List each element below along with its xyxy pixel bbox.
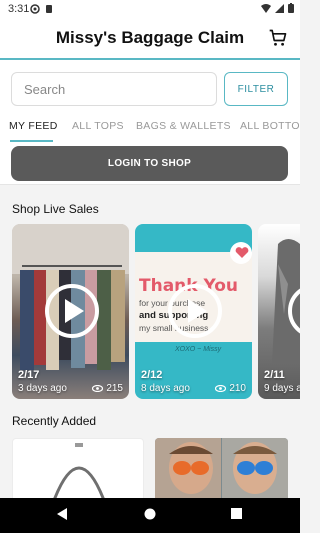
recently-added-row [0,436,300,498]
tab-my-feed[interactable]: MY FEED [9,120,58,132]
app-header: Missy's Baggage Claim [0,18,300,60]
card-signature: XOXO ~ Missy [175,346,222,353]
live-sales-carousel[interactable]: 2/17 3 days ago 215 Thank You for your p… [0,222,300,400]
heart-icon [235,247,249,258]
home-icon[interactable] [144,508,156,520]
search-placeholder: Search [24,81,66,97]
wifi-icon [261,3,271,13]
login-section: LOGIN TO SHOP [0,142,300,185]
live-sale-card[interactable]: 2/11 9 days ago [258,224,300,399]
live-sale-card[interactable]: 2/17 3 days ago 215 [12,224,129,399]
product-thumbnail[interactable] [12,438,144,498]
heart-sticker [230,242,252,264]
play-button[interactable] [168,284,222,338]
sale-age: 8 days ago [141,383,190,394]
login-to-shop-button[interactable]: LOGIN TO SHOP [11,146,288,181]
sim-icon [46,5,52,13]
view-count-value: 210 [229,383,246,394]
live-sales-heading: Shop Live Sales [12,202,99,216]
status-icons [261,3,294,13]
bag-strap-photo [53,443,105,498]
sale-date: 2/17 [18,369,40,381]
tab-bags-wallets[interactable]: BAGS & WALLETS [136,120,231,132]
sale-age: 9 days ago [264,383,300,394]
recents-icon[interactable] [231,508,242,519]
back-icon[interactable] [57,508,67,520]
tab-all-bottoms[interactable]: ALL BOTTOMS [240,120,300,132]
app-screen: 3:31 Missy's Baggage Claim Search FILTER… [0,0,300,533]
sale-date: 2/11 [264,369,285,381]
product-thumbnail[interactable] [155,438,288,498]
play-icon [188,299,207,323]
tab-all-tops[interactable]: ALL TOPS [72,120,124,132]
filter-button[interactable]: FILTER [224,72,288,106]
store-title: Missy's Baggage Claim [55,28,245,47]
system-nav-bar [0,498,300,533]
sunglasses-photo [155,438,288,498]
sync-icon [30,4,40,14]
play-button[interactable] [45,284,99,338]
signal-icon [275,3,284,13]
eye-icon [92,385,104,392]
sale-date: 2/12 [141,369,163,381]
shopping-cart-icon[interactable] [268,28,288,48]
live-sale-card[interactable]: Thank You for your purchase and supporti… [135,224,252,399]
search-bar-row: Search FILTER [0,60,300,114]
battery-icon [288,3,294,13]
view-count: 210 [215,383,246,394]
play-icon [65,299,84,323]
sale-age: 3 days ago [18,383,67,394]
view-count-value: 215 [106,383,123,394]
view-count: 215 [92,383,123,394]
recently-added-heading: Recently Added [12,414,97,428]
status-time: 3:31 [8,3,30,15]
eye-icon [215,385,227,392]
status-bar: 3:31 [0,0,300,18]
category-tabs: MY FEED ALL TOPS BAGS & WALLETS ALL BOTT… [0,114,300,142]
search-input[interactable]: Search [11,72,217,106]
